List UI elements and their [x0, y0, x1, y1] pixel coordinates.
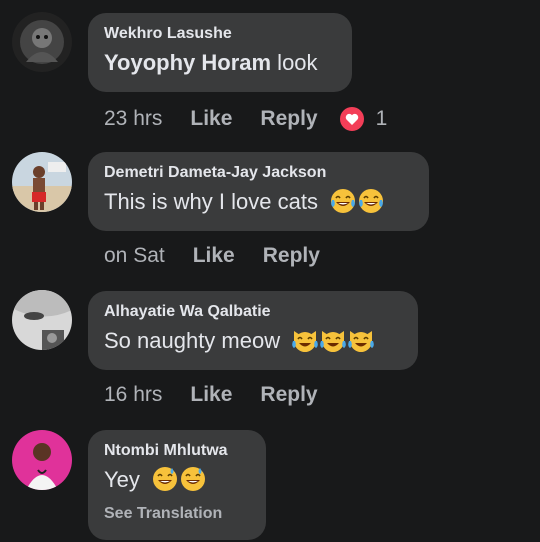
comment-actions: 16 hrs Like Reply [104, 383, 318, 407]
comment-author[interactable]: Alhayatie Wa Qalbatie [104, 303, 402, 321]
comment-bubble: Demetri Dameta-Jay Jackson This is why I… [88, 152, 429, 231]
avatar[interactable] [12, 430, 72, 490]
comment-bubble: Ntombi Mhlutwa Yey See Translation [88, 430, 266, 540]
reaction-count: 1 [375, 107, 388, 130]
heart-reaction-icon [337, 105, 366, 133]
comment-bubble: Alhayatie Wa Qalbatie So naughty meow [88, 291, 418, 370]
comment-bubble: Wekhro Lasushe Yoyophy Horam look [88, 13, 352, 92]
comment-time[interactable]: on Sat [104, 244, 165, 268]
comment-actions: on Sat Like Reply [104, 244, 320, 268]
comment-text: This is why I love cats [104, 188, 413, 221]
comment-text: So naughty meow [104, 327, 402, 360]
reply-button[interactable]: Reply [260, 107, 317, 131]
grinning-sweat-emoji-icon [152, 466, 178, 499]
comment-text: Yoyophy Horam look [104, 49, 336, 77]
comment-text-body: Yey [104, 467, 140, 492]
comment-actions: 23 hrs Like Reply 1 [104, 105, 387, 133]
comment-text-body: This is why I love cats [104, 189, 318, 214]
comment-author[interactable]: Demetri Dameta-Jay Jackson [104, 164, 413, 182]
cat-tears-of-joy-emoji-icon [320, 327, 347, 360]
like-button[interactable]: Like [190, 107, 232, 131]
reply-button[interactable]: Reply [263, 244, 320, 268]
comment-time[interactable]: 23 hrs [104, 107, 162, 131]
cat-tears-of-joy-emoji-icon [292, 327, 319, 360]
cat-tears-of-joy-emoji-icon [348, 327, 375, 360]
mention-link[interactable]: Yoyophy Horam [104, 50, 271, 75]
reaction-summary[interactable]: 1 [337, 105, 388, 133]
comment-time[interactable]: 16 hrs [104, 383, 162, 407]
comment-text: Yey [104, 466, 250, 499]
comment-text-body: So naughty meow [104, 328, 281, 353]
tears-of-joy-emoji-icon [330, 188, 356, 221]
avatar[interactable] [12, 152, 72, 212]
comment-text-body: look [271, 50, 318, 75]
see-translation-link[interactable]: See Translation [104, 505, 250, 523]
avatar[interactable] [12, 290, 72, 350]
like-button[interactable]: Like [193, 244, 235, 268]
like-button[interactable]: Like [190, 383, 232, 407]
grinning-sweat-emoji-icon [180, 466, 206, 499]
tears-of-joy-emoji-icon [358, 188, 384, 221]
comment-author[interactable]: Ntombi Mhlutwa [104, 442, 250, 460]
reply-button[interactable]: Reply [260, 383, 317, 407]
comment-author[interactable]: Wekhro Lasushe [104, 25, 336, 43]
avatar[interactable] [12, 12, 72, 72]
